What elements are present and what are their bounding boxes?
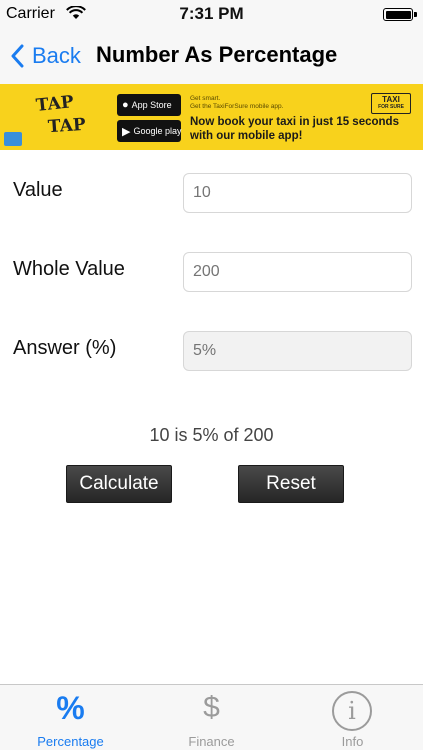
reset-button[interactable]: Reset	[238, 465, 344, 503]
value-label: Value	[13, 179, 63, 201]
play-icon: ▶	[122, 125, 131, 138]
tab-bar: % Percentage $ Finance i Info	[0, 684, 423, 750]
chevron-left-icon	[11, 44, 24, 68]
tab-percentage-label: Percentage	[37, 734, 104, 749]
google-play-badge[interactable]: ▶ Google play	[117, 120, 182, 142]
value-row: Value	[0, 173, 423, 213]
ad-logo: TAP TAP	[22, 90, 108, 144]
status-time: 7:31 PM	[179, 4, 244, 23]
whole-value-label: Whole Value	[13, 258, 125, 280]
whole-value-input[interactable]	[183, 252, 412, 292]
taxi-badge: TAXI FOR SURE	[371, 93, 411, 114]
ad-headline: Now book your taxi in just 15 seconds wi…	[190, 116, 399, 142]
dollar-icon: $	[203, 691, 220, 724]
answer-label: Answer (%)	[13, 337, 117, 359]
link-icon[interactable]	[4, 132, 22, 146]
info-icon: i	[332, 691, 372, 731]
page-title: Number As Percentage	[96, 42, 338, 67]
tab-finance[interactable]: $ Finance	[141, 685, 282, 750]
battery-icon	[383, 8, 417, 21]
app-store-badge[interactable]: ● App Store	[117, 94, 181, 116]
back-label: Back	[32, 43, 81, 68]
tab-info-label: Info	[341, 734, 364, 749]
navigation-bar: Back Number As Percentage	[0, 28, 423, 84]
calculate-button[interactable]: Calculate	[66, 465, 172, 503]
tab-info[interactable]: i Info	[282, 685, 423, 750]
ad-banner[interactable]: TAP TAP ● App Store ▶ Google play Get sm…	[0, 84, 423, 150]
answer-output	[183, 331, 412, 371]
ad-logo-line2: TAP	[47, 114, 87, 138]
percent-icon: %	[56, 690, 85, 726]
google-play-label: Google play	[133, 126, 182, 136]
answer-row: Answer (%)	[0, 331, 423, 371]
tab-percentage[interactable]: % Percentage	[0, 685, 141, 750]
status-bar: Carrier 7:31 PM	[0, 0, 423, 28]
result-text: 10 is 5% of 200	[149, 425, 274, 445]
ad-logo-line1: TAP	[35, 92, 75, 116]
tab-finance-label: Finance	[188, 734, 235, 749]
back-button[interactable]: Back	[10, 40, 81, 72]
value-input[interactable]	[183, 173, 412, 213]
whole-value-row: Whole Value	[0, 252, 423, 292]
apple-icon: ●	[122, 99, 129, 111]
app-store-label: App Store	[131, 100, 172, 110]
ad-small-text: Get smart. Get the TaxiForSure mobile ap…	[190, 95, 284, 110]
battery-fill	[385, 10, 411, 19]
